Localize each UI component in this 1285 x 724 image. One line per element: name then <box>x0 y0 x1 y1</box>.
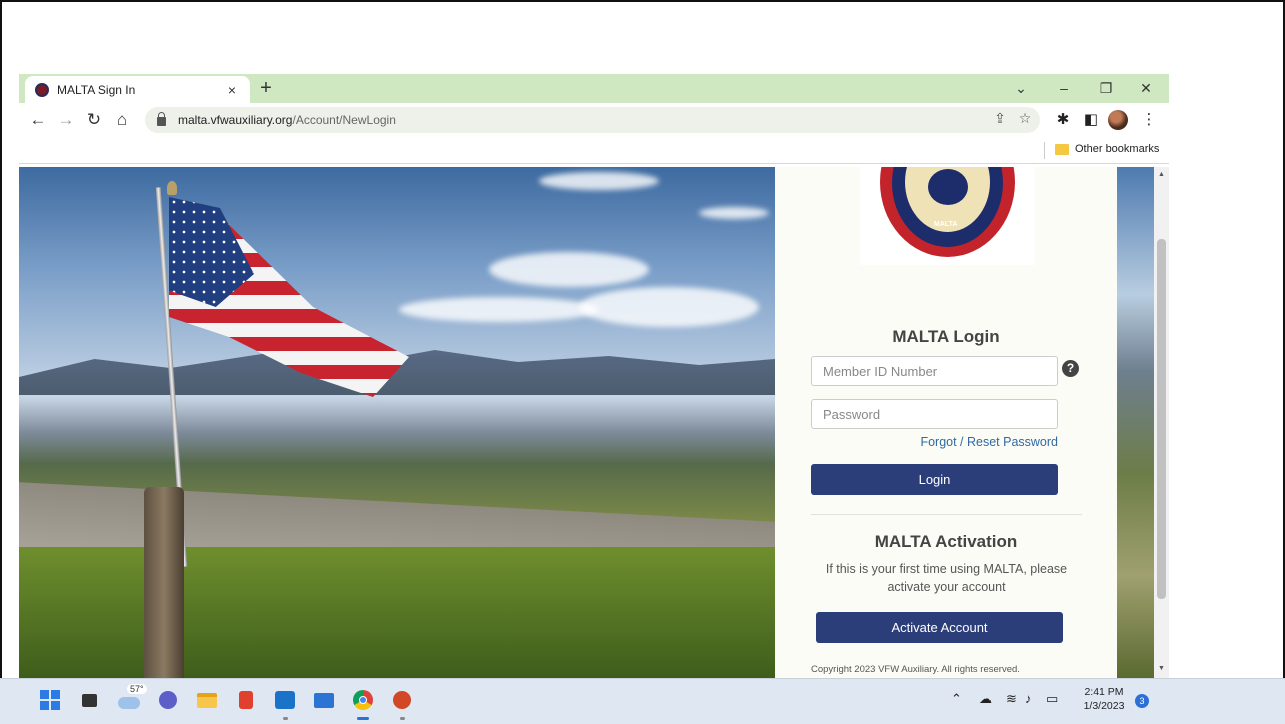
section-divider <box>811 514 1082 515</box>
close-window-button[interactable]: ✕ <box>1131 76 1161 100</box>
bookmarks-separator <box>1044 142 1045 159</box>
logo-text: MALTA <box>934 221 958 228</box>
tab-search-dropdown-icon[interactable]: ⌄ <box>1006 76 1036 100</box>
browser-toolbar: ← → ↻ ⌂ malta.vfwauxiliary.org/Account/N… <box>19 103 1169 137</box>
clock-time: 2:41 PM <box>1084 686 1124 698</box>
volume-icon[interactable]: ♪ <box>1025 691 1032 706</box>
fence-post <box>144 487 184 678</box>
system-clock[interactable]: 2:41 PM 1/3/2023 <box>1076 685 1132 713</box>
share-icon[interactable]: ⇪ <box>990 110 1010 127</box>
login-panel: MALTA MALTA Login ? Forgot / Reset Passw… <box>775 167 1117 678</box>
menu-kebab-icon[interactable]: ⋮ <box>1138 109 1160 131</box>
scrollbar-thumb[interactable] <box>1157 239 1166 599</box>
home-icon[interactable]: ⌂ <box>111 109 133 131</box>
weather-temperature: 57° <box>127 684 147 694</box>
member-id-input[interactable] <box>811 356 1058 386</box>
teams-chat-icon[interactable] <box>155 687 181 713</box>
login-title: MALTA Login <box>892 327 1000 346</box>
password-input[interactable] <box>811 399 1058 429</box>
tab-close-icon[interactable]: × <box>224 82 240 98</box>
malta-logo: MALTA <box>860 167 1035 265</box>
background-image-strip <box>1117 167 1154 678</box>
tab-bar: MALTA Sign In × + ⌄ – ❐ ✕ <box>19 74 1169 103</box>
clock-date: 1/3/2023 <box>1083 700 1125 712</box>
browser-window: MALTA Sign In × + ⌄ – ❐ ✕ ← → ↻ ⌂ malta.… <box>19 74 1169 678</box>
start-icon[interactable] <box>37 687 63 713</box>
show-hidden-icons-chevron-icon[interactable]: ⌃ <box>951 691 962 707</box>
activation-title: MALTA Activation <box>874 532 1018 551</box>
hero-flag-landscape-image <box>19 167 775 678</box>
page-scrollbar[interactable]: ▲ ▼ <box>1154 167 1169 678</box>
bookmarks-bar: Other bookmarks <box>19 137 1169 164</box>
copyright-text: Copyright 2023 VFW Auxiliary. All rights… <box>811 664 1020 675</box>
url-text: malta.vfwauxiliary.org/Account/NewLogin <box>178 113 396 127</box>
notification-badge[interactable]: 3 <box>1135 694 1149 708</box>
onedrive-cloud-icon[interactable]: ☁ <box>979 691 992 707</box>
malta-favicon-icon <box>35 82 49 97</box>
side-panel-icon[interactable]: ◧ <box>1080 109 1102 131</box>
mail-icon[interactable] <box>311 687 337 713</box>
wifi-icon[interactable]: ≋ <box>1006 691 1017 707</box>
login-button[interactable]: Login <box>811 464 1058 495</box>
office-icon[interactable] <box>233 687 259 713</box>
scroll-down-arrow-icon[interactable]: ▼ <box>1157 665 1166 672</box>
back-arrow-icon[interactable]: ← <box>27 109 49 131</box>
extensions-puzzle-icon[interactable]: ✱ <box>1052 109 1074 131</box>
minimize-button[interactable]: – <box>1049 76 1079 100</box>
other-bookmarks-link[interactable]: Other bookmarks <box>1075 143 1159 155</box>
eagle-emblem-icon <box>928 169 968 205</box>
outlook-icon[interactable] <box>272 687 298 713</box>
page-content: MALTA MALTA Login ? Forgot / Reset Passw… <box>19 167 1169 678</box>
file-explorer-icon[interactable] <box>194 687 220 713</box>
activate-account-button[interactable]: Activate Account <box>816 612 1063 643</box>
tab-malta-sign-in[interactable]: MALTA Sign In × <box>25 76 250 103</box>
task-view-icon[interactable] <box>76 687 102 713</box>
chrome-icon[interactable] <box>350 687 376 713</box>
tab-title: MALTA Sign In <box>57 82 136 97</box>
forward-arrow-icon[interactable]: → <box>55 109 77 131</box>
windows-taskbar: 57° ⌃ ☁ ≋ ♪ ▭ 2:41 PM 1/3/2023 3 <box>0 678 1285 724</box>
new-tab-button[interactable]: + <box>255 77 277 99</box>
folder-icon[interactable] <box>1055 144 1069 155</box>
profile-avatar[interactable] <box>1108 110 1128 130</box>
help-question-icon[interactable]: ? <box>1062 360 1079 377</box>
reload-icon[interactable]: ↻ <box>83 109 105 131</box>
activation-description: If this is your first time using MALTA, … <box>825 562 1068 594</box>
address-bar[interactable]: malta.vfwauxiliary.org/Account/NewLogin … <box>145 107 1040 133</box>
lock-icon[interactable] <box>157 112 166 126</box>
powerpoint-icon[interactable] <box>389 687 415 713</box>
forgot-reset-password-link[interactable]: Forgot / Reset Password <box>811 435 1058 449</box>
battery-icon[interactable]: ▭ <box>1046 691 1058 707</box>
restore-button[interactable]: ❐ <box>1091 76 1121 100</box>
scroll-up-arrow-icon[interactable]: ▲ <box>1157 171 1166 178</box>
bookmark-star-icon[interactable]: ☆ <box>1015 110 1035 127</box>
